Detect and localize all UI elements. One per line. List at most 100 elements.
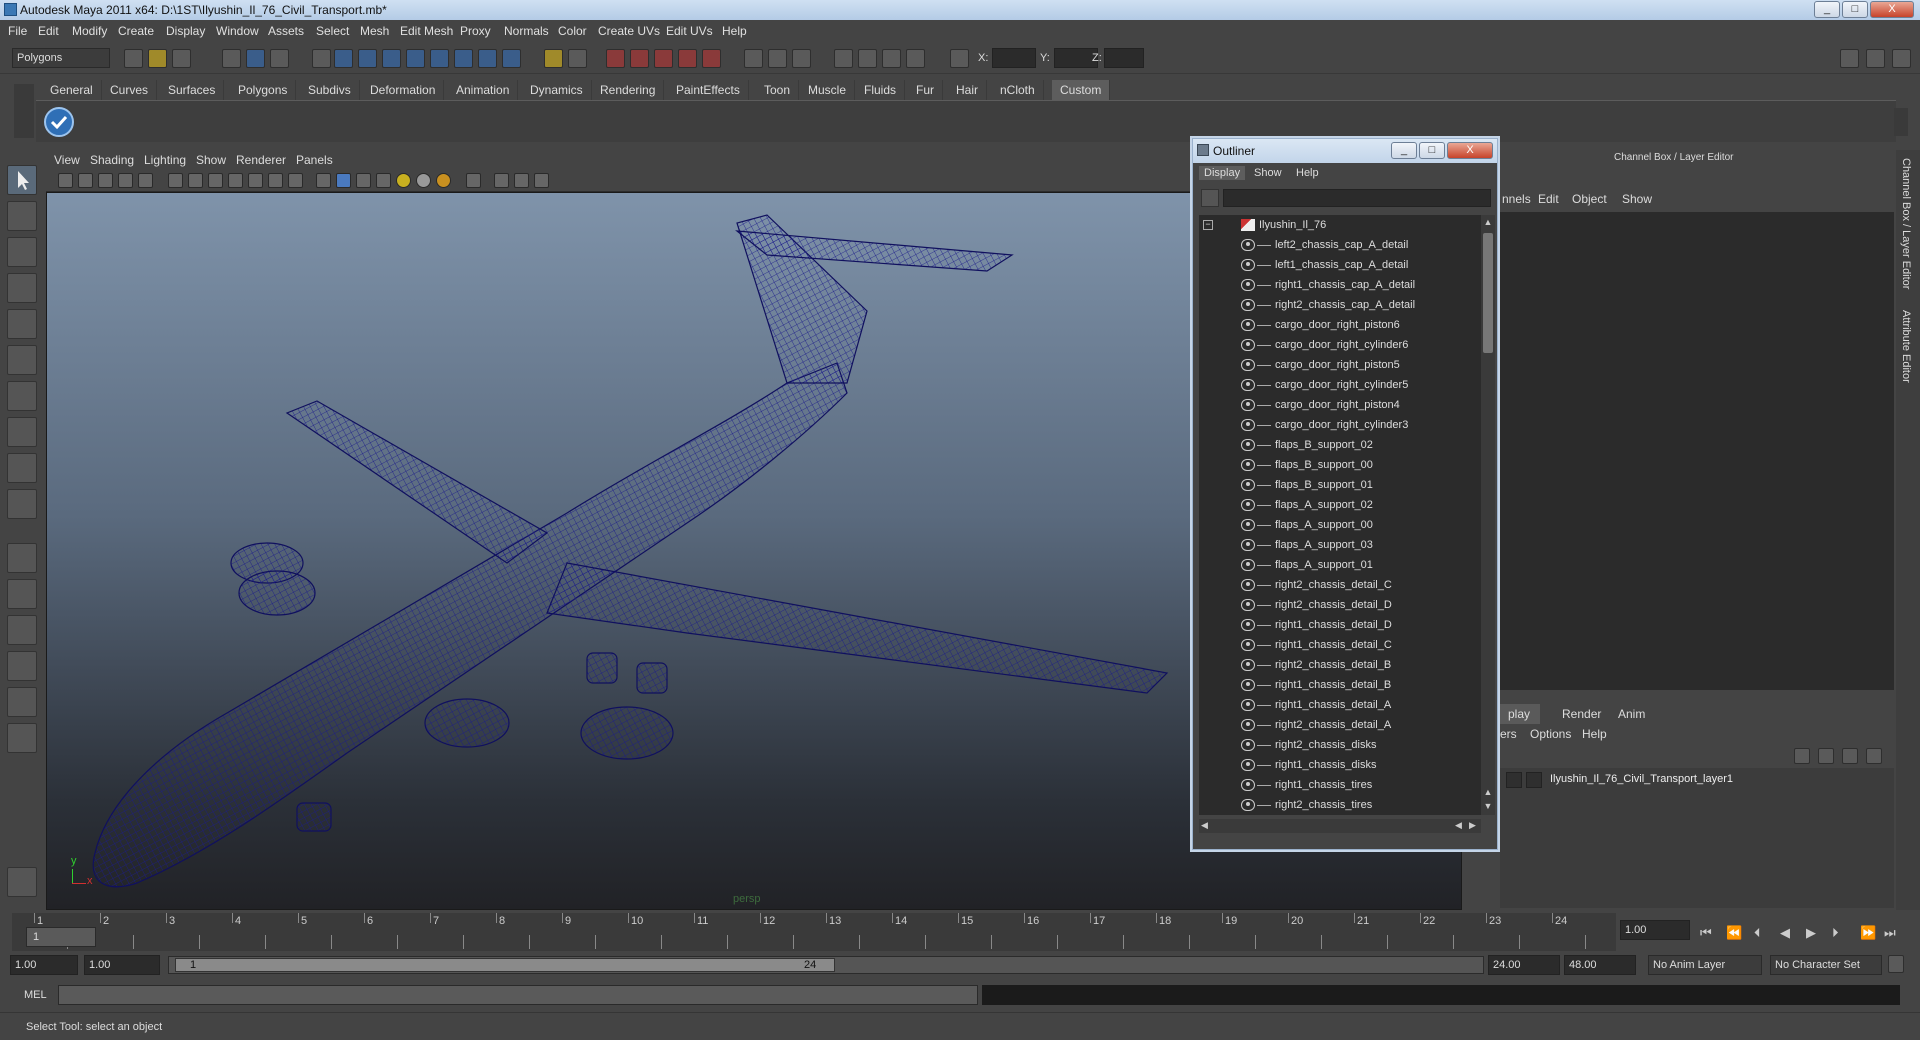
layout-graph-icon[interactable] bbox=[7, 651, 37, 681]
xray-joints-icon[interactable] bbox=[514, 173, 529, 188]
camera-attributes-icon[interactable] bbox=[78, 173, 93, 188]
outliner-item[interactable]: cargo_door_right_piston6 bbox=[1199, 315, 1481, 335]
render-current-frame-icon[interactable] bbox=[834, 49, 853, 68]
universal-manipulator-icon[interactable] bbox=[7, 381, 37, 411]
layout-single-icon[interactable] bbox=[7, 543, 37, 573]
select-object-icon[interactable] bbox=[246, 49, 265, 68]
outliner-item[interactable]: right2_chassis_disks bbox=[1199, 735, 1481, 755]
layout-four-icon[interactable] bbox=[7, 579, 37, 609]
side-tab-attribute-editor[interactable]: Attribute Editor bbox=[1900, 310, 1912, 383]
toggle-tool-settings-icon[interactable] bbox=[1892, 49, 1911, 68]
vp-menu-show[interactable]: Show bbox=[196, 153, 226, 167]
shelf-options-icon[interactable] bbox=[14, 84, 34, 138]
outliner-item[interactable]: right2_chassis_tires bbox=[1199, 795, 1481, 815]
playback-end-field[interactable]: 24.00 bbox=[1488, 955, 1560, 975]
step-forward-frame-icon[interactable]: ⏩ bbox=[1860, 926, 1876, 940]
menu-display[interactable]: Display bbox=[166, 24, 205, 38]
command-language-label[interactable]: MEL bbox=[24, 989, 47, 1001]
menu-assets[interactable]: Assets bbox=[268, 24, 304, 38]
snap-curve-icon[interactable] bbox=[630, 49, 649, 68]
menu-help[interactable]: Help bbox=[722, 24, 747, 38]
mask-dropdown-icon[interactable] bbox=[312, 49, 331, 68]
outliner-item[interactable]: right1_chassis_cap_A_detail bbox=[1199, 275, 1481, 295]
menu-normals[interactable]: Normals bbox=[504, 24, 549, 38]
outliner-item[interactable]: cargo_door_right_cylinder6 bbox=[1199, 335, 1481, 355]
range-slider-handle[interactable]: 1 24 bbox=[175, 958, 835, 972]
film-gate-icon[interactable] bbox=[188, 173, 203, 188]
safe-action-icon[interactable] bbox=[268, 173, 283, 188]
layer-menu-layers[interactable]: ers bbox=[1500, 727, 1517, 741]
lasso-tool-icon[interactable] bbox=[7, 201, 37, 231]
outliner-item[interactable]: right2_chassis_cap_A_detail bbox=[1199, 295, 1481, 315]
outliner-horizontal-scrollbar[interactable]: ◀ ◀ ▶ bbox=[1199, 819, 1481, 833]
outliner-menu-display[interactable]: Display bbox=[1199, 166, 1246, 180]
select-rendering-icon[interactable] bbox=[478, 49, 497, 68]
layout-hypershade-icon[interactable] bbox=[7, 687, 37, 717]
image-plane-icon[interactable] bbox=[118, 173, 133, 188]
layout-outliner-icon[interactable] bbox=[7, 615, 37, 645]
shelf-tab-fluids[interactable]: Fluids bbox=[856, 80, 906, 100]
snap-view-plane-icon[interactable] bbox=[678, 49, 697, 68]
ipr-render-icon[interactable] bbox=[858, 49, 877, 68]
layer-menu-options[interactable]: Options bbox=[1530, 727, 1571, 741]
toggle-attribute-editor-icon[interactable] bbox=[1866, 49, 1885, 68]
select-surfaces-icon[interactable] bbox=[406, 49, 425, 68]
go-to-end-icon[interactable]: ⏭ bbox=[1884, 926, 1898, 940]
close-button[interactable]: X bbox=[1870, 1, 1914, 18]
toggle-channel-box-icon[interactable] bbox=[1840, 49, 1859, 68]
outliner-maximize-button[interactable]: □ bbox=[1419, 142, 1445, 159]
new-scene-icon[interactable] bbox=[124, 49, 143, 68]
input-mode-icon[interactable] bbox=[950, 49, 969, 68]
outliner-item[interactable]: flaps_A_support_00 bbox=[1199, 515, 1481, 535]
xray-icon[interactable] bbox=[494, 173, 509, 188]
outliner-item[interactable]: cargo_door_right_cylinder3 bbox=[1199, 415, 1481, 435]
outliner-item[interactable]: cargo_door_right_cylinder5 bbox=[1199, 375, 1481, 395]
outliner-menu-show[interactable]: Show bbox=[1249, 167, 1287, 179]
shelf-tab-surfaces[interactable]: Surfaces bbox=[160, 80, 225, 100]
select-camera-icon[interactable] bbox=[58, 173, 73, 188]
outliner-close-button[interactable]: X bbox=[1447, 142, 1493, 159]
shelf-tab-muscle[interactable]: Muscle bbox=[800, 80, 856, 100]
outliner-item[interactable]: flaps_B_support_00 bbox=[1199, 455, 1481, 475]
gate-mask-icon[interactable] bbox=[228, 173, 243, 188]
select-curves-icon[interactable] bbox=[382, 49, 401, 68]
shelf-tab-general[interactable]: General bbox=[42, 80, 102, 100]
start-time-field[interactable]: 1.00 bbox=[10, 955, 78, 975]
command-input[interactable] bbox=[58, 985, 978, 1005]
scroll-right-end-icon[interactable]: ▶ bbox=[1469, 820, 1476, 831]
outliner-item[interactable]: right2_chassis_detail_D bbox=[1199, 595, 1481, 615]
outliner-item[interactable]: cargo_door_right_piston5 bbox=[1199, 355, 1481, 375]
soft-modification-icon[interactable] bbox=[7, 417, 37, 447]
select-joints-icon[interactable] bbox=[358, 49, 377, 68]
select-component-icon[interactable] bbox=[270, 49, 289, 68]
new-layer-selected-icon[interactable] bbox=[1818, 748, 1834, 764]
scroll-down-icon[interactable]: ▼ bbox=[1483, 801, 1493, 813]
show-manipulator-icon[interactable] bbox=[7, 453, 37, 483]
input-ops-icon[interactable] bbox=[744, 49, 763, 68]
play-backwards-icon[interactable]: ◀ bbox=[1780, 926, 1794, 940]
shelf-tab-painteffects[interactable]: PaintEffects bbox=[668, 80, 749, 100]
two-d-pan-icon[interactable] bbox=[138, 173, 153, 188]
vp-menu-view[interactable]: View bbox=[54, 153, 80, 167]
outliner-menu-help[interactable]: Help bbox=[1291, 167, 1324, 179]
cb-menu-show[interactable]: Show bbox=[1622, 192, 1652, 206]
outliner-item[interactable]: flaps_A_support_02 bbox=[1199, 495, 1481, 515]
select-tool-icon[interactable] bbox=[7, 165, 37, 195]
hypershade-icon[interactable] bbox=[906, 49, 925, 68]
cb-menu-edit[interactable]: Edit bbox=[1538, 192, 1559, 206]
textured-icon[interactable] bbox=[376, 173, 391, 188]
shelf-tab-rendering[interactable]: Rendering bbox=[592, 80, 665, 100]
wireframe-icon[interactable] bbox=[316, 173, 331, 188]
menu-edit-uvs[interactable]: Edit UVs bbox=[666, 24, 713, 38]
construction-history-icon[interactable] bbox=[792, 49, 811, 68]
outliner-item[interactable]: left2_chassis_cap_A_detail bbox=[1199, 235, 1481, 255]
move-layer-down-icon[interactable] bbox=[1866, 748, 1882, 764]
outliner-item[interactable]: right2_chassis_detail_B bbox=[1199, 655, 1481, 675]
outliner-item[interactable]: right1_chassis_detail_C bbox=[1199, 635, 1481, 655]
resolution-gate-icon[interactable] bbox=[208, 173, 223, 188]
select-handles-icon[interactable] bbox=[334, 49, 353, 68]
x-field[interactable] bbox=[992, 48, 1036, 68]
shelf-tab-curves[interactable]: Curves bbox=[102, 80, 158, 100]
mode-select-dropdown[interactable]: Polygons bbox=[12, 48, 110, 68]
shelf-tab-dynamics[interactable]: Dynamics bbox=[522, 80, 592, 100]
